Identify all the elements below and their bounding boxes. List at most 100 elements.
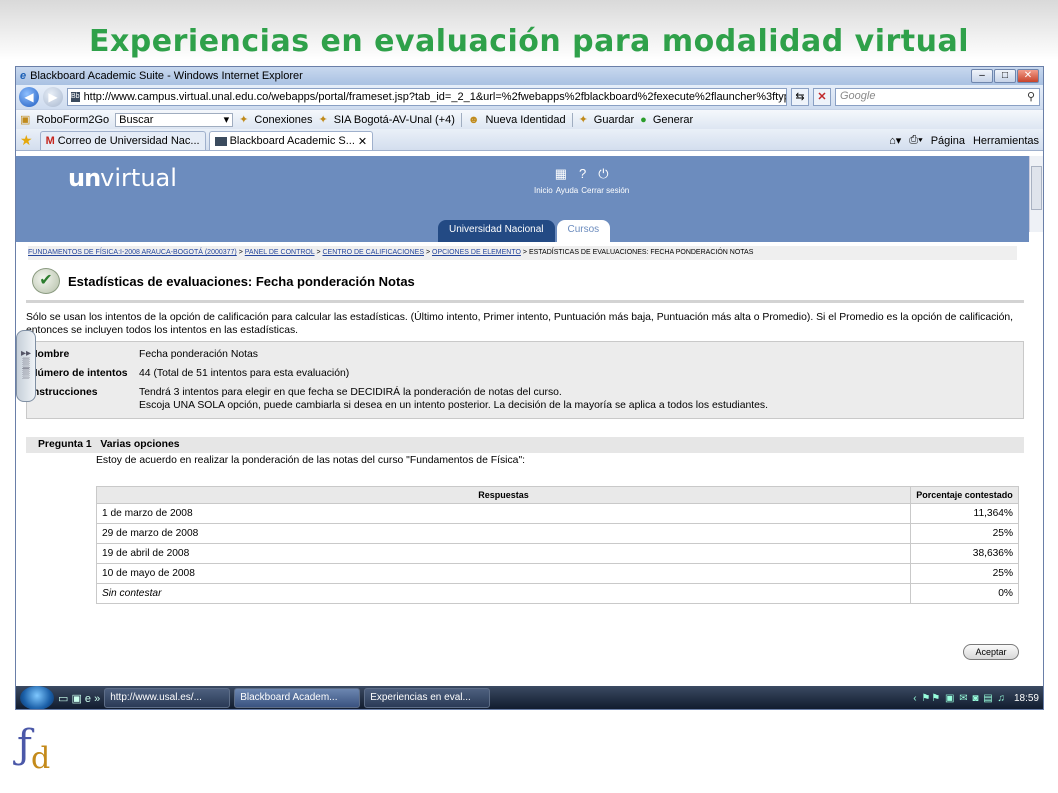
roboform-search[interactable]: Buscar ▾ (115, 112, 234, 127)
answer-cell: 19 de abril de 2008 (96, 543, 911, 564)
conexiones-button[interactable]: Conexiones (254, 114, 312, 126)
table-row: 19 de abril de 2008 38,636% (96, 543, 1019, 564)
sia-button[interactable]: SIA Bogotá-AV-Unal (+4) (334, 114, 455, 126)
window-title: Blackboard Academic Suite - Windows Inte… (30, 70, 303, 82)
slide-title: Experiencias en evaluación para modalida… (88, 24, 970, 59)
answers-column-header: Respuestas (96, 486, 911, 504)
blackboard-icon (214, 136, 227, 146)
help-icon[interactable]: ? (579, 166, 586, 182)
accept-button[interactable]: Aceptar (963, 644, 1019, 660)
guardar-button[interactable]: Guardar (594, 114, 634, 126)
taskbar-item-blackboard[interactable]: Blackboard Academ... (234, 688, 361, 708)
url-text: http://www.campus.virtual.unal.edu.co/we… (83, 91, 786, 103)
search-input[interactable]: Google ⚲ (835, 88, 1040, 106)
maximize-button[interactable]: □ (994, 69, 1016, 83)
answer-cell: Sin contestar (96, 583, 911, 604)
close-button[interactable]: ✕ (1017, 69, 1039, 83)
refresh-button[interactable]: ⇆ (791, 88, 809, 106)
percent-cell: 11,364% (910, 503, 1019, 524)
roboform-search-label: Buscar (119, 113, 154, 126)
table-row: 29 de marzo de 2008 25% (96, 523, 1019, 544)
tab-universidad-nacional[interactable]: Universidad Nacional (438, 220, 555, 242)
name-value: Fecha ponderación Notas (139, 349, 258, 360)
back-button[interactable]: ◀ (19, 87, 39, 107)
ayuda-link[interactable]: Ayuda (556, 186, 579, 195)
roboform-button[interactable]: RoboForm2Go (36, 114, 109, 126)
breadcrumb-item-options[interactable]: OPCIONES DE ELEMENTO (432, 249, 521, 256)
instructions-line-1: Tendrá 3 intentos para elegir en que fec… (139, 387, 562, 398)
breadcrumb-course[interactable]: FUNDAMENTOS DE FÍSICA:I-2008 ARAUCA-BOGO… (28, 249, 237, 256)
url-input[interactable]: Bb http://www.campus.virtual.unal.edu.co… (67, 88, 787, 106)
statistics-icon: ✔ (32, 268, 60, 294)
taskbar-item-experiencias[interactable]: Experiencias en eval... (364, 688, 491, 708)
tools-menu[interactable]: Herramientas (973, 135, 1039, 147)
instructions-label: Instrucciones (30, 387, 98, 398)
intro-text: Sólo se usan los intentos de la opción d… (26, 312, 1014, 336)
tab-label: Correo de Universidad Nac... (57, 135, 200, 147)
tab-correo[interactable]: M Correo de Universidad Nac... (39, 131, 206, 150)
tab-label: Blackboard Academic S... (229, 135, 355, 147)
question-type: Varias opciones (100, 439, 180, 450)
ie-icon: e (20, 70, 27, 82)
tab-cursos[interactable]: Cursos (556, 220, 611, 242)
tray-icons[interactable]: ‹ ⚑⚑ ▣ ✉ ◙ ▤ ♫ (913, 693, 1006, 704)
table-row: Sin contestar 0% (96, 583, 1019, 604)
percent-cell: 25% (910, 563, 1019, 584)
gmail-icon: M (45, 135, 55, 147)
browser-window: e Blackboard Academic Suite - Windows In… (15, 66, 1044, 710)
fd-logo: ƒd (17, 722, 51, 776)
generar-button[interactable]: Generar (653, 114, 693, 126)
inicio-link[interactable]: Inicio (534, 186, 553, 195)
window-titlebar: e Blackboard Academic Suite - Windows In… (16, 67, 1043, 85)
divider (26, 300, 1024, 303)
search-icon[interactable]: ⚲ (1027, 90, 1035, 104)
instructions-line-2: Escoja UNA SOLA opción, puede cambiarla … (139, 400, 769, 411)
page-content: unvirtual ▦ ? ⏻ Inicio Ayuda Cerrar sesi… (16, 156, 1029, 686)
percent-column-header: Porcentaje contestado (910, 486, 1019, 504)
vertical-scrollbar[interactable] (1029, 156, 1043, 232)
search-placeholder: Google (840, 90, 876, 102)
breadcrumb-current: ESTADÍSTICAS DE EVALUACIONES: FECHA POND… (528, 249, 754, 256)
unvirtual-logo[interactable]: unvirtual (68, 164, 177, 192)
breadcrumb: FUNDAMENTOS DE FÍSICA:I-2008 ARAUCA-BOGO… (28, 246, 1017, 260)
page-title: Estadísticas de evaluaciones: Fecha pond… (68, 273, 415, 289)
clock: 18:59 (1013, 692, 1039, 704)
roboform-icon: ▣ (20, 114, 31, 126)
breadcrumb-grade-center[interactable]: CENTRO DE CALIFICACIONES (323, 249, 425, 256)
percent-cell: 38,636% (910, 543, 1019, 564)
start-button[interactable] (20, 686, 54, 709)
page-menu[interactable]: Página (931, 135, 965, 147)
percent-cell: 25% (910, 523, 1019, 544)
question-header: Pregunta 1 Varias opciones (26, 437, 1024, 453)
logout-icon[interactable]: ⏻ (598, 166, 608, 182)
side-drag-handle[interactable]: ▸▸ ▒ ▒ (16, 330, 36, 402)
minimize-button[interactable]: – (971, 69, 993, 83)
print-icon[interactable]: ⎙▾ (909, 134, 922, 147)
percent-cell: 0% (910, 583, 1019, 604)
home-icon[interactable]: ⌂▾ (889, 134, 901, 147)
answer-cell: 29 de marzo de 2008 (96, 523, 911, 544)
results-table: Respuestas Porcentaje contestado 1 de ma… (96, 486, 1019, 604)
system-tray: ‹ ⚑⚑ ▣ ✉ ◙ ▤ ♫ 18:59 (913, 693, 1039, 704)
test-info-box: Nombre Fecha ponderación Notas Número de… (26, 341, 1024, 419)
favorites-star-icon[interactable]: ★ (20, 130, 33, 150)
identity-icon: ☻ (467, 113, 480, 126)
links-toolbar: ▣ RoboForm2Go Buscar ▾ ✦ Conexiones ✦ SIA… (16, 109, 1043, 129)
taskbar-item-usal[interactable]: http://www.usal.es/... (104, 688, 231, 708)
question-text: Estoy de acuerdo en realizar la ponderac… (96, 455, 526, 466)
nueva-identidad-button[interactable]: Nueva Identidad (485, 114, 565, 126)
stop-button[interactable]: ✕ (813, 88, 831, 106)
dropdown-icon: ▾ (223, 113, 230, 126)
tab-blackboard[interactable]: Blackboard Academic S... ✕ (208, 131, 374, 150)
attempts-label: Número de intentos (30, 368, 128, 379)
breadcrumb-control-panel[interactable]: PANEL DE CONTROL (245, 249, 315, 256)
calendar-icon[interactable]: ▦ (555, 166, 567, 182)
name-label: Nombre (30, 349, 70, 360)
tab-close-icon[interactable]: ✕ (358, 135, 367, 148)
quick-launch-icons[interactable]: ▭ ▣ e » (58, 692, 100, 705)
table-row: 10 de mayo de 2008 25% (96, 563, 1019, 584)
forward-button[interactable]: ▶ (43, 87, 63, 107)
cerrar-sesion-link[interactable]: Cerrar sesión (581, 186, 629, 195)
generate-icon: ● (640, 113, 647, 126)
portal-menu: ▦ ? ⏻ Inicio Ayuda Cerrar sesión (534, 166, 629, 195)
